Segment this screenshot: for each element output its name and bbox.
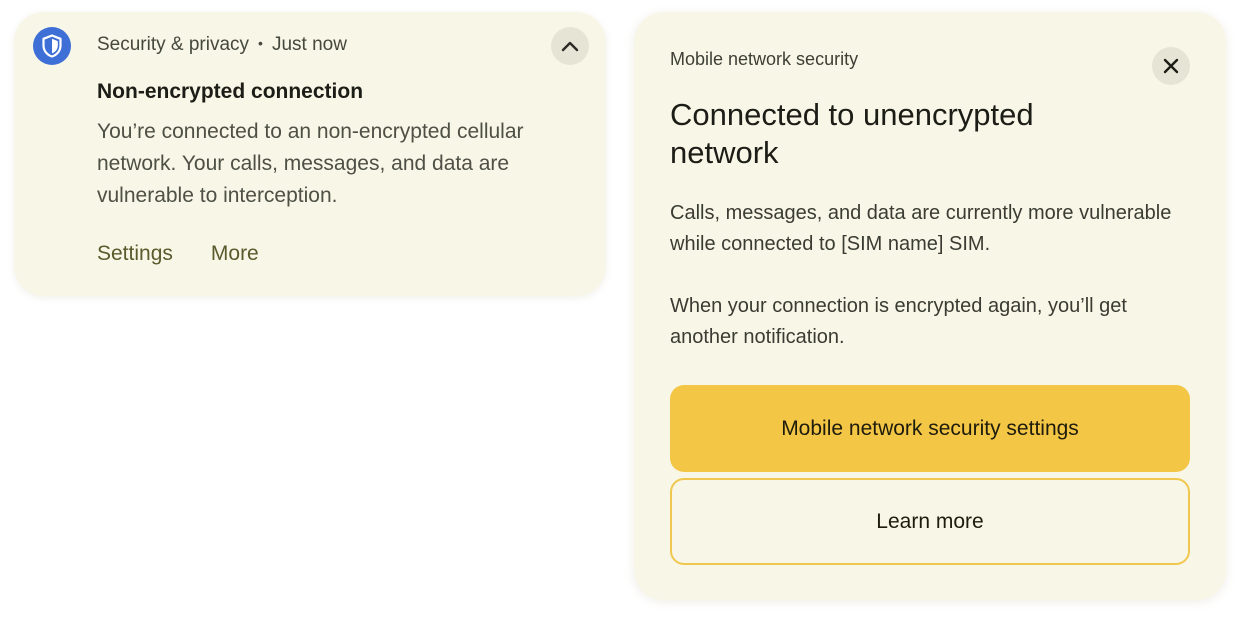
dialog-overline: Mobile network security (670, 49, 859, 69)
dialog-paragraph-1: Calls, messages, and data are currently … (670, 202, 1172, 255)
notification-card[interactable]: Security & privacy • Just now Non-encrypte… (14, 12, 606, 296)
more-action-button[interactable]: More (211, 242, 259, 266)
notification-header: Security & privacy • Just now (97, 34, 347, 56)
meta-separator: • (258, 35, 263, 51)
close-icon (1163, 58, 1179, 74)
chevron-up-icon (561, 41, 579, 52)
learn-more-button[interactable]: Learn more (670, 478, 1190, 565)
security-dialog: Mobile network security Connected to une… (634, 12, 1226, 600)
shield-icon (33, 27, 71, 65)
close-button[interactable] (1152, 47, 1190, 85)
notification-title: Non-encrypted connection (97, 80, 364, 103)
shield-icon-glyph (42, 34, 62, 58)
settings-action-button[interactable]: Settings (97, 242, 173, 266)
timestamp: Just now (271, 34, 347, 55)
dialog-body: Calls, messages, and data are currently … (670, 198, 1200, 384)
notification-body: You’re connected to an non-encrypted cel… (97, 120, 524, 207)
notification-actions: Settings More (97, 242, 259, 266)
app-name: Security & privacy (97, 34, 250, 55)
collapse-button[interactable] (551, 27, 589, 65)
network-security-settings-button[interactable]: Mobile network security settings (670, 385, 1190, 472)
dialog-headline: Connected to unencrypted network (670, 97, 1034, 170)
screen: Security & privacy • Just now Non-encrypte… (0, 0, 1246, 622)
dialog-paragraph-2: When your connection is encrypted again,… (670, 295, 1127, 348)
